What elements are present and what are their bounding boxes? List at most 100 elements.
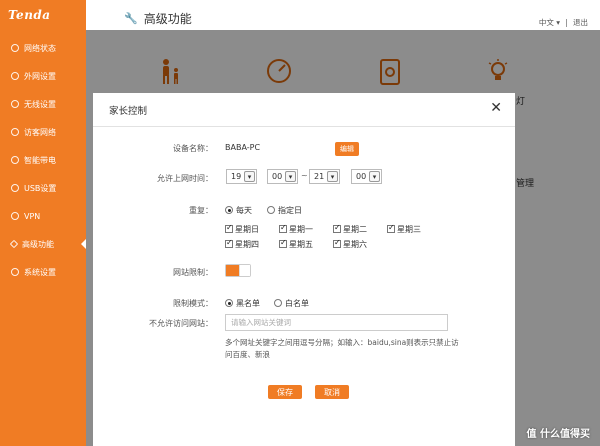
day-checkbox-wednesday[interactable]: 星期三 <box>387 223 421 235</box>
sidebar-item-label: 外网设置 <box>24 71 56 81</box>
language-label: 中文 <box>538 18 554 27</box>
sidebar-item-advanced[interactable]: 高级功能 <box>0 233 87 255</box>
day-label: 星期二 <box>343 225 367 234</box>
sidebar-item-label: 系统设置 <box>24 267 56 277</box>
whitelist-radio[interactable]: 白名单 <box>274 298 309 309</box>
repeat-custom-radio[interactable]: 指定日 <box>267 205 302 216</box>
dialog-title: 家长控制 <box>109 106 148 117</box>
day-label: 星期日 <box>235 225 259 234</box>
sidebar-item-wan-settings[interactable]: 外网设置 <box>0 65 86 87</box>
page-title-text: 高级功能 <box>143 12 192 26</box>
toggle-knob <box>239 265 250 276</box>
sidebar-item-wireless[interactable]: 无线设置 <box>0 93 86 115</box>
edit-button[interactable]: 编辑 <box>335 142 359 156</box>
day-checkbox-thursday[interactable]: 星期四 <box>225 238 259 250</box>
start-minute-select[interactable]: 00 ▾ <box>267 169 298 184</box>
watermark: 值 什么值得买 <box>526 429 590 440</box>
logout-link[interactable]: 退出 <box>573 17 588 28</box>
hint-line-1: 多个网址关键字之间用逗号分隔；如输入：baidu,sina则表示只禁止访 <box>225 338 459 347</box>
day-label: 星期五 <box>289 240 313 249</box>
save-button[interactable]: 保存 <box>268 385 302 399</box>
page-title: 🔧 高级功能 <box>124 10 192 27</box>
whitelist-label: 白名单 <box>285 299 309 308</box>
radio-checked-icon <box>225 206 233 214</box>
device-name-value: BABA-PC <box>225 143 261 152</box>
sidebar-item-label: 高级功能 <box>22 239 54 249</box>
hint-line-2: 问百度、新浪 <box>225 350 270 359</box>
day-label: 星期三 <box>397 225 421 234</box>
sidebar-item-system[interactable]: 系统设置 <box>0 261 86 283</box>
sidebar-item-label: 网络状态 <box>24 43 56 53</box>
power-icon <box>11 156 19 164</box>
blacklist-radio[interactable]: 黑名单 <box>225 298 260 309</box>
end-minute-value: 00 <box>356 172 367 181</box>
allowed-time-label: 允许上网时间： <box>157 174 213 183</box>
radio-unchecked-icon <box>274 299 282 307</box>
checkbox-checked-icon <box>279 223 287 233</box>
chevron-down-icon: ▾ <box>285 171 296 182</box>
repeat-everyday-radio[interactable]: 每天 <box>225 205 252 216</box>
tenda-logo: Tenda <box>8 8 51 22</box>
blocked-sites-input[interactable]: 请输入网站关键词 <box>225 314 448 331</box>
blacklist-label: 黑名单 <box>236 299 260 308</box>
wrench-icon: 🔧 <box>124 12 138 25</box>
close-icon[interactable]: ✕ <box>490 100 502 116</box>
sidebar-item-label: VPN <box>24 211 41 221</box>
chevron-down-icon: ▾ <box>244 171 255 182</box>
sidebar-item-guest[interactable]: 访客网络 <box>0 121 86 143</box>
language-select[interactable]: 中文 ▾ <box>539 17 560 28</box>
day-label: 星期六 <box>343 240 367 249</box>
day-checkbox-saturday[interactable]: 星期六 <box>333 238 367 250</box>
sidebar-item-label: 访客网络 <box>24 127 56 137</box>
sidebar-item-power[interactable]: 智能带电 <box>0 149 86 171</box>
repeat-everyday-label: 每天 <box>236 206 252 215</box>
sidebar-item-label: 无线设置 <box>24 99 56 109</box>
radio-unchecked-icon <box>267 206 275 214</box>
repeat-label: 重复： <box>189 206 213 215</box>
site-limit-label: 网站限制： <box>173 268 213 277</box>
start-hour-select[interactable]: 19 ▾ <box>226 169 257 184</box>
cancel-button[interactable]: 取消 <box>315 385 349 399</box>
sidebar-item-label: USB设置 <box>24 183 57 193</box>
status-icon <box>11 44 19 52</box>
end-minute-select[interactable]: 00 ▾ <box>351 169 382 184</box>
checkbox-checked-icon <box>333 223 341 233</box>
end-hour-value: 21 <box>314 172 325 181</box>
start-minute-value: 00 <box>272 172 283 181</box>
site-limit-toggle[interactable] <box>225 264 251 277</box>
usb-icon <box>11 184 19 192</box>
wifi-icon <box>11 100 19 108</box>
divider <box>93 126 515 127</box>
divider <box>566 18 567 27</box>
device-name-label: 设备名称： <box>173 144 213 153</box>
sidebar-item-vpn[interactable]: VPN <box>0 205 86 227</box>
parental-control-dialog: 家长控制 ✕ 设备名称： BABA-PC 编辑 允许上网时间： 19 ▾ 00 … <box>93 93 515 446</box>
toggle-fill <box>226 265 239 276</box>
start-hour-value: 19 <box>231 172 242 181</box>
chevron-down-icon: ▾ <box>327 171 338 182</box>
sidebar-item-usb[interactable]: USB设置 <box>0 177 86 199</box>
vpn-icon <box>11 212 19 220</box>
checkbox-checked-icon <box>225 223 233 233</box>
repeat-custom-label: 指定日 <box>278 206 302 215</box>
blocked-sites-label: 不允许访问网站： <box>149 319 213 328</box>
end-hour-select[interactable]: 21 ▾ <box>309 169 340 184</box>
time-separator: ~ <box>301 171 308 180</box>
chevron-down-icon: ▾ <box>369 171 380 182</box>
day-checkbox-friday[interactable]: 星期五 <box>279 238 313 250</box>
checkbox-checked-icon <box>387 223 395 233</box>
checkbox-checked-icon <box>279 238 287 248</box>
day-checkbox-sunday[interactable]: 星期日 <box>225 223 259 235</box>
sidebar-item-network-status[interactable]: 网络状态 <box>0 37 86 59</box>
limit-mode-label: 限制模式： <box>173 299 213 308</box>
blocked-sites-hint: 多个网址关键字之间用逗号分隔；如输入：baidu,sina则表示只禁止访 问百度… <box>225 337 465 361</box>
gear-icon <box>11 268 19 276</box>
guest-icon <box>11 128 19 136</box>
sidebar: Tenda 网络状态 外网设置 无线设置 访客网络 智能带电 USB设置 VPN… <box>0 0 87 446</box>
sidebar-item-label: 智能带电 <box>24 155 56 165</box>
day-checkbox-tuesday[interactable]: 星期二 <box>333 223 367 235</box>
globe-icon <box>11 72 19 80</box>
chevron-down-icon: ▾ <box>556 18 560 27</box>
day-checkbox-monday[interactable]: 星期一 <box>279 223 313 235</box>
day-label: 星期四 <box>235 240 259 249</box>
